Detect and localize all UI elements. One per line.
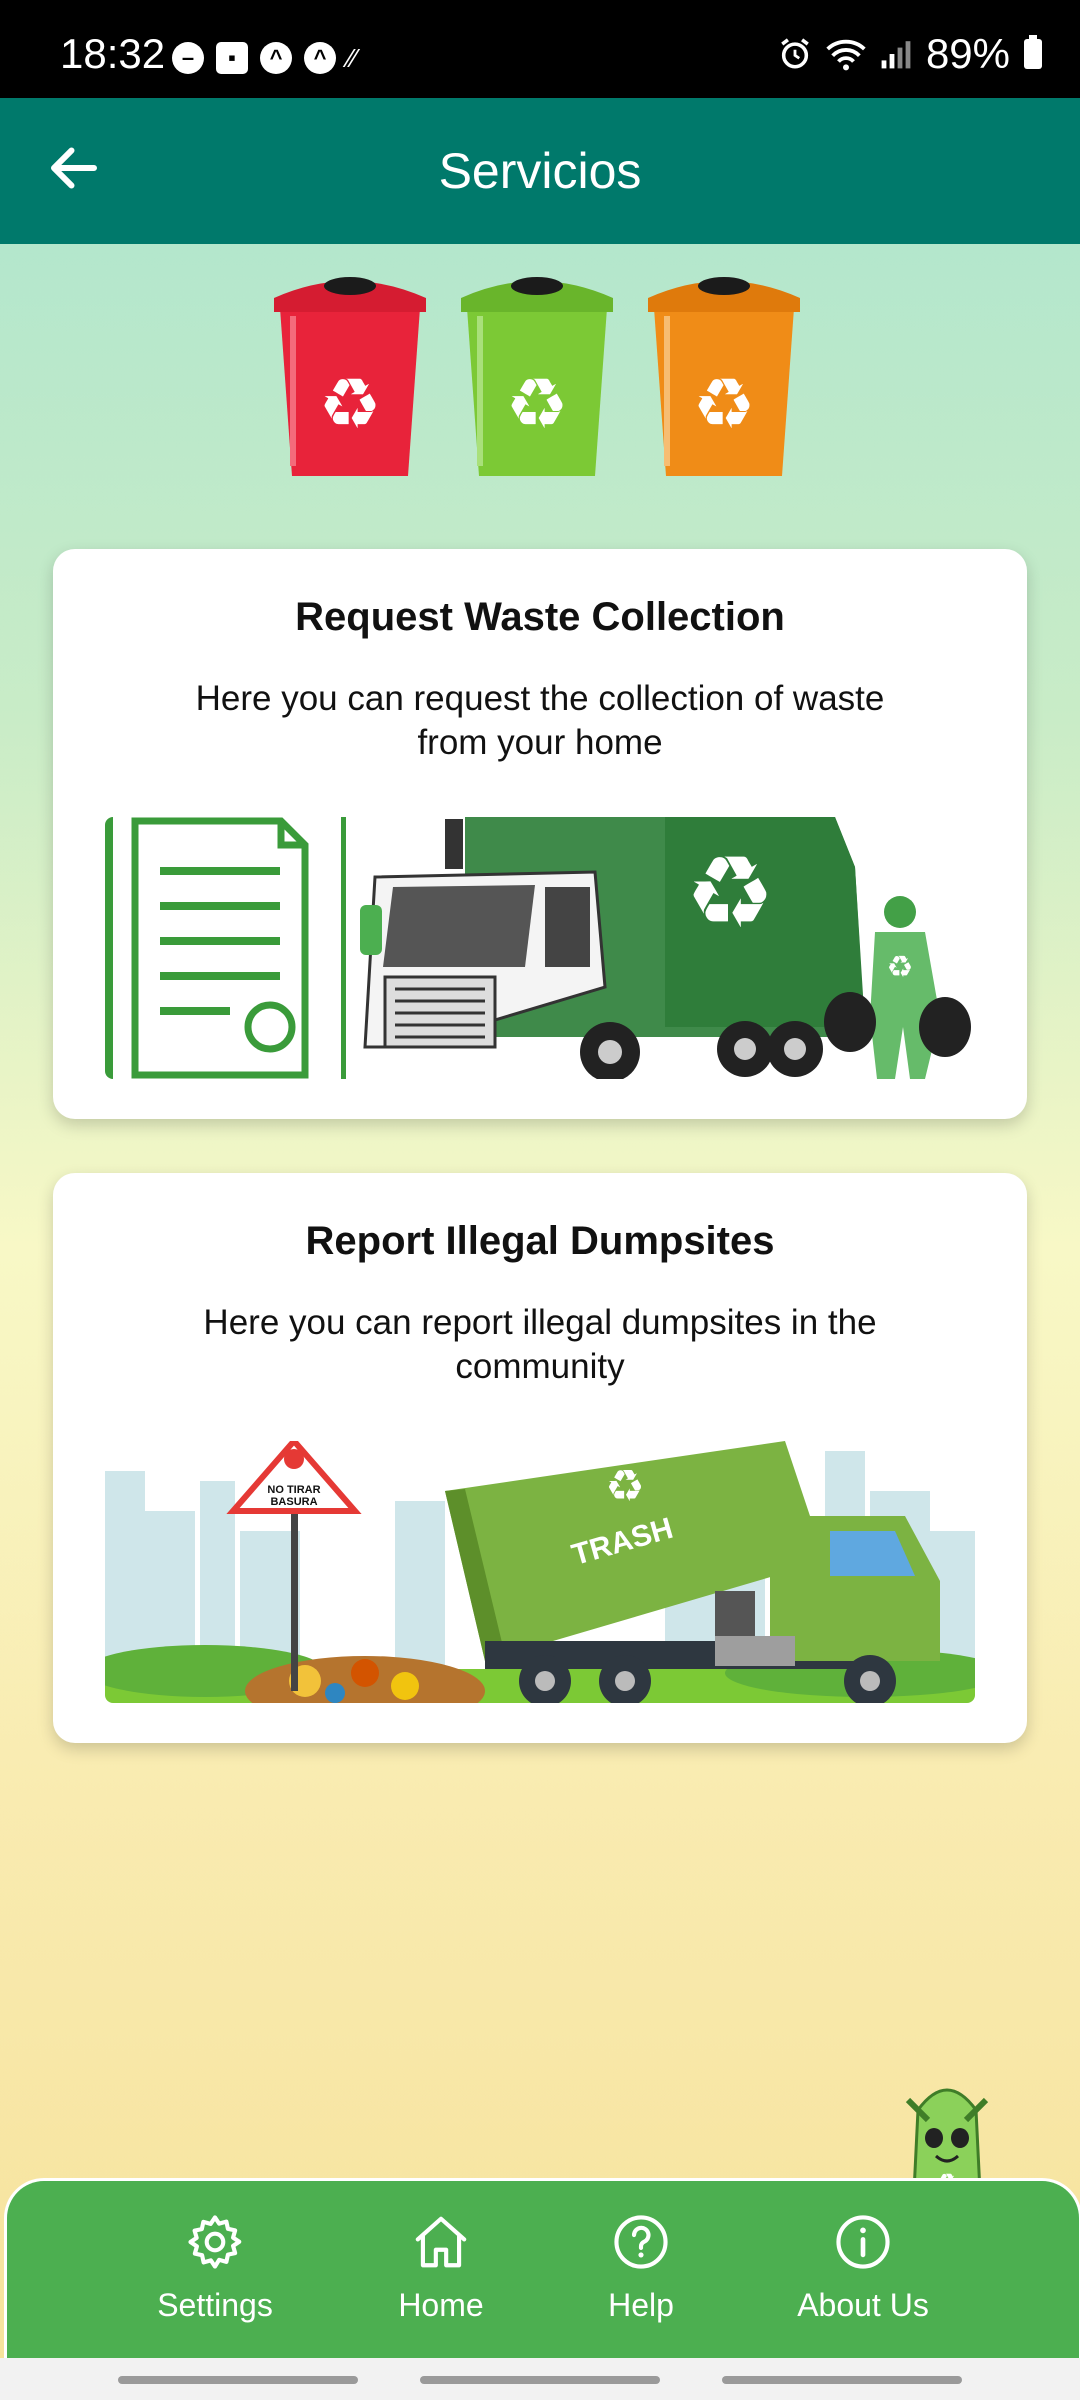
nav-about-us[interactable]: About Us	[763, 2211, 963, 2324]
card-description: Here you can request the collection of w…	[195, 679, 885, 762]
help-icon	[614, 2215, 668, 2269]
svg-text:♻: ♻	[693, 365, 756, 443]
wifi-icon	[826, 39, 866, 71]
svg-text:♻: ♻	[506, 365, 569, 443]
card-title: Request Waste Collection	[295, 595, 785, 639]
app-bar: Servicios	[0, 98, 1080, 244]
home-button[interactable]	[420, 2376, 660, 2384]
card-description: Here you can report illegal dumpsites in…	[203, 1303, 877, 1386]
dump-truck-illustration: NO TIRAR BASURA ♻ TRASH	[105, 1441, 975, 1703]
bottom-nav: Settings Home Help About Us	[4, 2178, 1080, 2361]
nav-label: About Us	[797, 2287, 929, 2323]
nav-label: Help	[608, 2287, 674, 2323]
app-icon: ^	[304, 42, 336, 74]
back-button[interactable]	[722, 2376, 962, 2384]
nav-label: Settings	[157, 2287, 273, 2323]
system-nav-bar	[0, 2358, 1080, 2400]
cell-signal-icon	[881, 41, 911, 69]
status-bar: 18:32 – ▪ ^ ^ ⁄⁄ 89%	[0, 0, 1080, 98]
nav-settings[interactable]: Settings	[115, 2211, 315, 2324]
status-left-icons: – ▪ ^ ^ ⁄⁄	[172, 42, 357, 74]
svg-text:♻: ♻	[685, 837, 775, 949]
nav-help[interactable]: Help	[541, 2211, 741, 2324]
orange-recycle-bin: ♻	[648, 277, 800, 476]
red-recycle-bin: ♻	[274, 277, 426, 476]
app-icon: ^	[260, 42, 292, 74]
gallery-icon: ▪	[216, 42, 248, 74]
svg-text:BASURA: BASURA	[270, 1496, 317, 1508]
request-waste-collection-card[interactable]: Request Waste Collection Here you can re…	[53, 549, 1027, 1119]
alarm-icon	[781, 38, 809, 69]
svg-text:♻: ♻	[887, 951, 914, 984]
card-title: Report Illegal Dumpsites	[305, 1219, 775, 1263]
page-title: Servicios	[438, 143, 642, 199]
status-time: 18:32	[60, 30, 166, 77]
svg-text:NO TIRAR: NO TIRAR	[267, 1484, 320, 1496]
home-icon	[415, 2216, 467, 2268]
status-right-icons: 89%	[778, 30, 1042, 78]
gear-icon	[188, 2215, 242, 2269]
nav-label: Home	[398, 2287, 484, 2323]
garbage-truck-illustration: ♻ ♻	[105, 817, 975, 1079]
nav-home[interactable]: Home	[341, 2211, 541, 2324]
battery-icon	[1024, 35, 1042, 69]
svg-text:♻: ♻	[319, 365, 382, 443]
green-recycle-bin: ♻	[461, 277, 613, 476]
dnd-icon: –	[172, 42, 204, 74]
recycle-bins-image: ♻ ♻ ♻	[274, 277, 800, 476]
report-illegal-dumpsites-card[interactable]: Report Illegal Dumpsites Here you can re…	[53, 1173, 1027, 1743]
info-icon	[836, 2215, 890, 2269]
signal-dots-icon: ⁄⁄	[348, 42, 357, 73]
svg-text:♻: ♻	[605, 1462, 644, 1511]
recent-apps-button[interactable]	[118, 2376, 358, 2384]
battery-text: 89%	[925, 30, 1010, 77]
